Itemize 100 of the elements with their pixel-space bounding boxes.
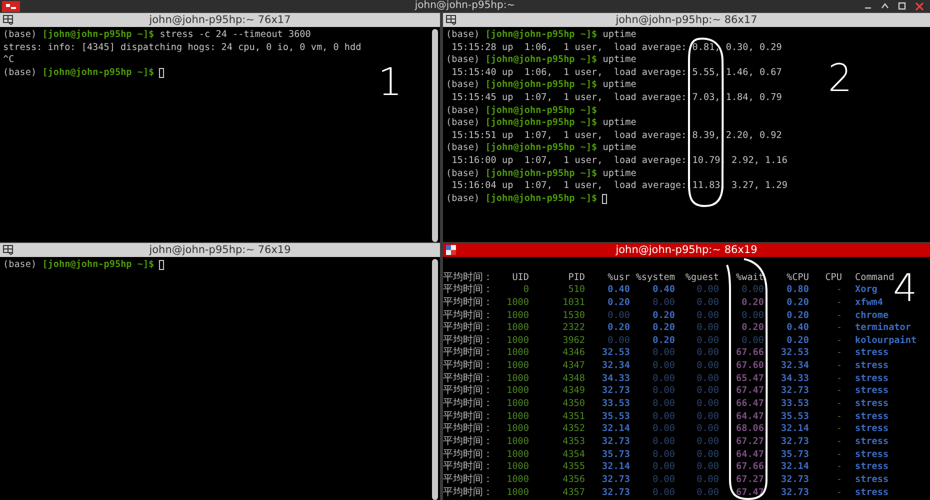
- table-cell-text: 32.14: [601, 423, 630, 436]
- table-cell-text: 32.73: [780, 474, 809, 487]
- prompt-line: (base) [john@john-p95hp ~]$ uptime: [446, 117, 636, 130]
- column-header: UID: [511, 272, 529, 284]
- table-cell-text: 平均时间：: [443, 310, 493, 322]
- table-cell-text: -: [835, 334, 842, 348]
- table-cell-text: 510: [567, 284, 585, 297]
- table-cell-text: 32.73: [601, 486, 630, 500]
- table-cell-text: 0.00: [696, 334, 719, 348]
- grid-icon[interactable]: [446, 15, 457, 25]
- grid-icon[interactable]: [3, 15, 14, 25]
- table-cell-text: -: [835, 398, 842, 411]
- table-cell-text: 0.40: [652, 284, 675, 297]
- table-cell-text: stress: [854, 448, 889, 462]
- table-cell-text: 0.20: [652, 322, 675, 335]
- table-cell-text: 平均时间：: [443, 410, 493, 422]
- table-cell-text: 32.73: [601, 474, 630, 487]
- table-cell-text: 0.00: [652, 423, 675, 436]
- table-cell-text: 平均时间：: [443, 436, 493, 448]
- column-header: CPU: [824, 272, 842, 284]
- table-cell-text: -: [835, 310, 842, 322]
- table-cell-text: terminator: [854, 322, 911, 335]
- table-cell-text: 32.34: [780, 360, 809, 373]
- scrollbar[interactable]: [432, 29, 438, 242]
- table-cell-text: 0.00: [740, 310, 764, 322]
- table-cell-text: -: [835, 322, 842, 335]
- table-cell-text: 4353: [562, 436, 585, 449]
- prompt-line: (base) [john@john-p95hp ~]$: [446, 192, 598, 206]
- terminal-icon[interactable]: [446, 245, 456, 255]
- table-cell: 平均时间：: [443, 486, 493, 500]
- table-cell-text: 0.00: [696, 322, 719, 335]
- table-cell-text: 0.00: [652, 347, 675, 360]
- table-cell-text: stress: [854, 347, 889, 360]
- table-cell-text: 0.00: [652, 436, 675, 449]
- table-cell-text: 32.73: [780, 486, 809, 500]
- table-cell-text: 1000: [506, 410, 529, 424]
- table-cell-text: -: [835, 410, 842, 424]
- handwritten-number: 4: [893, 268, 918, 308]
- table-cell-text: kolourpaint: [854, 334, 917, 348]
- table-cell-text: 平均时间：: [443, 347, 493, 360]
- table-cell-text: 0.00: [606, 334, 630, 348]
- table-cell-text: stress: [854, 410, 889, 424]
- table-cell-text: 平均时间：: [443, 334, 493, 346]
- table-cell-text: 1000: [506, 334, 529, 348]
- table-cell-text: 0.00: [696, 372, 719, 386]
- table-cell-text: 1000: [506, 398, 529, 411]
- table-cell-text: 67.66: [735, 347, 764, 360]
- table-cell-text: 67.60: [735, 360, 764, 373]
- table-cell-text: 66.47: [735, 398, 764, 411]
- table-cell-text: 1000: [506, 448, 529, 462]
- table-cell-text: 1000: [506, 423, 529, 436]
- table-cell-text: 0.00: [696, 448, 719, 462]
- app-icon[interactable]: [2, 0, 20, 12]
- table-cell-text: -: [835, 423, 842, 436]
- table-cell-text: 32.14: [780, 423, 809, 436]
- table-cell-text: stress: [854, 474, 889, 487]
- table-cell-text: 0.00: [696, 461, 719, 474]
- caret-up-icon[interactable]: [881, 2, 889, 10]
- table-cell-text: -: [835, 360, 842, 373]
- table-cell-text: 0.00: [696, 347, 719, 360]
- table-cell-text: 4355: [562, 461, 585, 474]
- table-cell-text: 0.40: [786, 322, 809, 335]
- table-cell-text: 0.00: [696, 310, 719, 322]
- column-header: %CPU: [786, 272, 809, 284]
- close-icon[interactable]: [915, 2, 924, 10]
- table-cell-text: 0.20: [652, 310, 675, 322]
- scrollbar[interactable]: [432, 259, 438, 500]
- table-cell-text: 32.14: [780, 461, 809, 474]
- column-header: %guest: [684, 272, 719, 284]
- table-cell-text: 0.20: [786, 296, 809, 310]
- table-cell-text: 1000: [506, 436, 529, 449]
- table-cell-text: 68.06: [735, 423, 764, 436]
- prompt-line: (base) [john@john-p95hp ~]$ uptime: [446, 79, 636, 92]
- table-cell-text: 1031: [562, 296, 585, 310]
- table-cell-text: 4349: [562, 385, 585, 398]
- prompt-line: (base) [john@john-p95hp ~]$: [3, 66, 154, 80]
- pane-title: john@john-p95hp:~ 76x17: [149, 13, 291, 27]
- window-title: john@john-p95hp:~: [414, 0, 516, 12]
- table-cell-text: chrome: [854, 310, 889, 322]
- maximize-icon[interactable]: [898, 2, 906, 10]
- table-cell-text: 1000: [506, 360, 529, 373]
- table-cell-text: 0.00: [652, 486, 675, 500]
- table-cell-text: 0.00: [606, 310, 630, 322]
- table-cell-text: 0.00: [652, 372, 675, 386]
- table-cell-text: 1000: [506, 310, 529, 322]
- grid-icon[interactable]: [3, 245, 14, 255]
- table-cell-text: -: [835, 385, 842, 398]
- prompt-line: (base) [john@john-p95hp ~]$ uptime: [446, 54, 636, 67]
- table-cell-text: 4351: [562, 410, 585, 424]
- table-cell-text: 32.73: [601, 436, 630, 449]
- table-cell-text: 64.47: [735, 410, 764, 424]
- table-cell-text: -: [835, 474, 842, 487]
- table-cell-text: stress: [854, 423, 889, 436]
- table-cell-text: stress: [854, 461, 889, 474]
- table-cell-text: 1000: [506, 372, 529, 386]
- table-cell-text: 67.47: [735, 486, 764, 500]
- output-line: 15:15:51 up 1:07, 1 user, load average: 8.39, 2.20, 0.92: [450, 130, 782, 142]
- table-cell-text: 34.33: [601, 372, 630, 386]
- table-cell-text: 64.47: [735, 448, 764, 462]
- table-cell-text: 32.14: [601, 461, 630, 474]
